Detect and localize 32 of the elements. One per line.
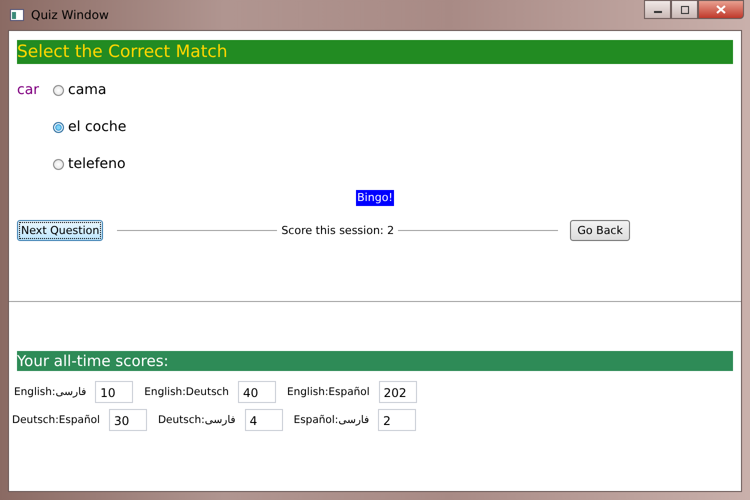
close-icon xyxy=(716,5,726,14)
score-field[interactable]: 40 xyxy=(238,381,276,403)
minimize-button[interactable] xyxy=(644,0,671,19)
score-label: Deutsch:Español xyxy=(12,414,100,426)
score-label: Deutsch:فارسی xyxy=(158,414,236,426)
score-label: Español:فارسی xyxy=(294,414,370,426)
score-field[interactable]: 30 xyxy=(108,409,147,431)
maximize-button[interactable] xyxy=(671,0,698,19)
window-title: Quiz Window xyxy=(31,8,109,22)
score-label: English:Deutsch xyxy=(144,386,229,398)
go-back-button[interactable]: Go Back xyxy=(570,220,630,241)
question-word: car xyxy=(17,81,40,100)
next-question-button[interactable]: Next Question xyxy=(17,220,104,241)
score-label: English:Español xyxy=(286,386,370,398)
radio-button[interactable] xyxy=(53,158,64,170)
scores-heading: Your all-time scores: xyxy=(17,351,733,371)
window-icon xyxy=(10,9,24,21)
answer-option[interactable]: telefeno xyxy=(53,154,126,174)
session-score: Score this session: 2 xyxy=(281,224,394,237)
quiz-heading: Select the Correct Match xyxy=(17,40,733,64)
score-label: English:فارسی xyxy=(14,386,86,398)
score-field[interactable]: 4 xyxy=(244,409,283,431)
close-button[interactable] xyxy=(698,0,744,19)
radio-button[interactable] xyxy=(53,84,64,96)
answer-option[interactable]: el coche xyxy=(53,117,126,137)
score-field[interactable]: 202 xyxy=(378,381,417,403)
radio-button[interactable] xyxy=(53,122,64,132)
maximize-icon xyxy=(680,6,690,14)
score-field[interactable]: 2 xyxy=(378,409,416,431)
answer-option[interactable]: cama xyxy=(53,80,126,100)
feedback-label: Bingo! xyxy=(356,190,394,206)
score-field[interactable]: 10 xyxy=(95,381,134,403)
